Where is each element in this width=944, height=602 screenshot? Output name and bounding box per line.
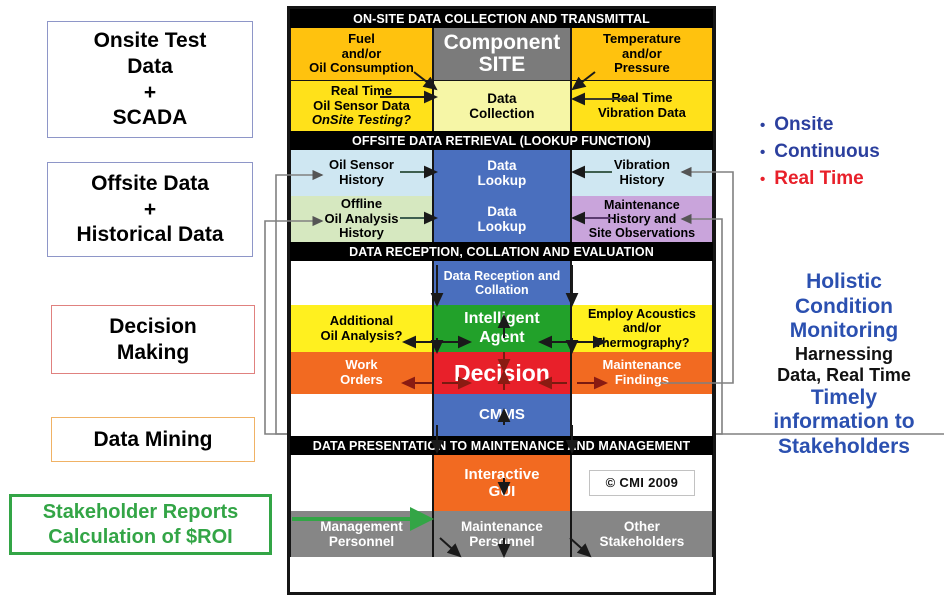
right-bullet-list: • Onsite • Continuous • Real Time — [760, 112, 880, 193]
band-data-reception-collation: DATA RECEPTION, COLLATION AND EVALUATION — [290, 242, 713, 261]
cell-cmms: CMMS — [432, 394, 571, 436]
cell-maintenance-history-site-observations: Maintenance History and Site Observation… — [570, 196, 713, 242]
row-decision: Work Orders Decision Maintenance Finding… — [290, 352, 713, 394]
label-box-stakeholder-reports: Stakeholder Reports Calculation of $ROI — [9, 494, 272, 555]
oil-sensor-line1: Real Time — [330, 82, 393, 98]
bullet-label-real-time: Real Time — [774, 167, 864, 189]
cell-interactive-gui: Interactive GUI — [432, 455, 571, 511]
cell-fuel-oil-consumption: Fuel and/or Oil Consumption — [290, 28, 433, 80]
label-box-offsite-data: Offsite Data + Historical Data — [47, 162, 253, 257]
cell-offline-oil-analysis-history: Offline Oil Analysis History — [290, 196, 433, 242]
row-interactive-gui: Interactive GUI © CMI 2009 — [290, 455, 713, 511]
cell-oil-sensor-history: Oil Sensor History — [290, 150, 433, 196]
oil-sensor-line2: Oil Sensor Data — [313, 97, 410, 113]
band-onsite-data-collection: ON-SITE DATA COLLECTION AND TRANSMITTAL — [290, 9, 713, 28]
copyright-badge: © CMI 2009 — [588, 469, 696, 497]
process-flow-diagram: ON-SITE DATA COLLECTION AND TRANSMITTAL … — [287, 6, 716, 595]
summary-line-monitoring: Monitoring — [789, 319, 899, 343]
band-offsite-data-retrieval: OFFSITE DATA RETRIEVAL (LOOKUP FUNCTION) — [290, 131, 713, 150]
summary-line-information-to: information to — [773, 410, 915, 434]
cell-component-site: Component SITE — [432, 28, 571, 80]
bullet-item-real-time: • Real Time — [760, 166, 880, 193]
row-intelligent-agent: Additional Oil Analysis? Intelligent Age… — [290, 305, 713, 352]
cell-employ-acoustics-thermography: Employ Acoustics and/or Thermography? — [570, 305, 713, 352]
summary-line-condition: Condition — [795, 294, 893, 318]
label-box-decision-making: Decision Making — [51, 305, 255, 374]
row-site: Fuel and/or Oil Consumption Component SI… — [290, 28, 713, 81]
cell-real-time-oil-sensor-data: Real Time Oil Sensor Data OnSite Testing… — [290, 81, 433, 131]
bullet-dot-icon: • — [760, 170, 766, 188]
bullet-dot-icon: • — [760, 143, 766, 161]
cell-maintenance-findings: Maintenance Findings — [570, 352, 713, 394]
label-box-data-mining: Data Mining — [51, 417, 255, 462]
row-data-collection: Real Time Oil Sensor Data OnSite Testing… — [290, 81, 713, 131]
summary-line-stakeholders: Stakeholders — [778, 434, 910, 458]
cell-copyright: © CMI 2009 — [570, 455, 713, 511]
cell-maintenance-personnel: Maintenance Personnel — [432, 511, 571, 557]
bullet-label-onsite: Onsite — [774, 114, 834, 135]
summary-line-data-real-time: Data, Real Time — [777, 364, 911, 385]
summary-line-holistic: Holistic — [806, 270, 882, 293]
cell-other-stakeholders: Other Stakeholders — [570, 511, 713, 557]
cell-vibration-history: Vibration History — [570, 150, 713, 196]
cell-data-lookup-1: Data Lookup — [432, 150, 571, 196]
cell-additional-oil-analysis: Additional Oil Analysis? — [290, 305, 433, 352]
row-cmms: CMMS — [290, 394, 713, 436]
cell-decision: Decision — [432, 352, 571, 394]
cell-blank-left-2 — [290, 394, 433, 436]
bullet-label-continuous: Continuous — [774, 140, 880, 162]
row-data-reception: Data Reception and Collation — [290, 261, 713, 305]
cell-blank-right-1 — [570, 261, 713, 305]
cell-real-time-vibration-data: Real Time Vibration Data — [570, 81, 713, 131]
cell-blank-right-2 — [570, 394, 713, 436]
cell-temperature-pressure: Temperature and/or Pressure — [570, 28, 713, 80]
band-data-presentation: DATA PRESENTATION TO MAINTENANCE AND MAN… — [290, 436, 713, 455]
bullet-dot-icon: • — [760, 117, 766, 134]
row-data-lookup-1: Oil Sensor History Data Lookup Vibration… — [290, 150, 713, 196]
cell-data-reception-collation: Data Reception and Collation — [432, 261, 571, 305]
cell-data-collection: Data Collection — [432, 81, 571, 131]
row-data-lookup-2: Offline Oil Analysis History Data Lookup… — [290, 196, 713, 242]
oil-sensor-line3: OnSite Testing? — [311, 112, 412, 128]
cell-intelligent-agent: Intelligent Agent — [432, 305, 571, 352]
cell-blank-left-3 — [290, 455, 433, 511]
cell-blank-left-1 — [290, 261, 433, 305]
summary-line-harnessing: Harnessing — [794, 343, 894, 364]
summary-line-timely: Timely — [810, 385, 878, 409]
cell-work-orders: Work Orders — [290, 352, 433, 394]
right-summary-text: Holistic Condition Monitoring Harnessing… — [744, 270, 944, 459]
cell-management-personnel: Management Personnel — [290, 511, 433, 557]
row-personnel: Management Personnel Maintenance Personn… — [290, 511, 713, 557]
label-box-onsite-test-data: Onsite Test Data + SCADA — [47, 21, 253, 138]
bullet-item-continuous: • Continuous — [760, 139, 880, 166]
bullet-item-onsite: • Onsite — [760, 112, 880, 139]
cell-data-lookup-2: Data Lookup — [432, 196, 571, 242]
